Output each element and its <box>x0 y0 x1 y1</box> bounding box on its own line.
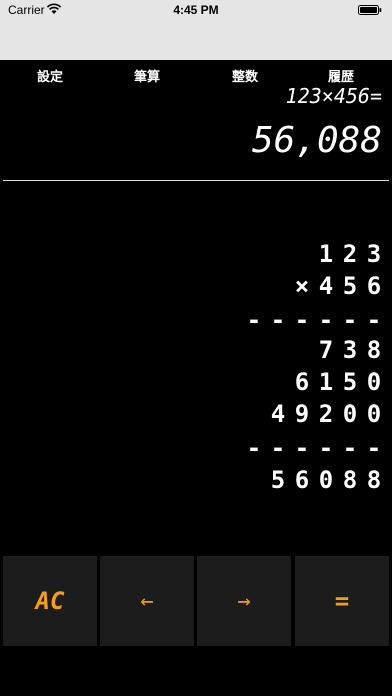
status-time: 4:45 PM <box>173 3 219 17</box>
separator-dash: - <box>246 306 262 334</box>
separator-dash: - <box>294 434 310 462</box>
calc-digit: 5 <box>342 368 358 396</box>
separator-dash: - <box>366 434 382 462</box>
calc-row: 56088 <box>146 466 386 494</box>
all-clear-button[interactable]: AC <box>3 556 97 646</box>
calc-digit: 1 <box>318 368 334 396</box>
calc-digit: 2 <box>342 240 358 268</box>
separator-dash: - <box>270 306 286 334</box>
result-display: 56,088 <box>251 120 382 161</box>
calc-digit: 7 <box>318 336 334 364</box>
separator-dash: - <box>342 434 358 462</box>
calc-digit: 0 <box>366 400 382 428</box>
calc-digit: 4 <box>318 272 334 300</box>
separator-dash: - <box>318 434 334 462</box>
calc-digit: 6 <box>294 368 310 396</box>
calc-digit: 3 <box>366 240 382 268</box>
calc-row: 738 <box>146 336 386 364</box>
calc-digit: 1 <box>318 240 334 268</box>
calc-digit: 4 <box>270 400 286 428</box>
calc-digit: × <box>294 272 310 300</box>
separator-dash: - <box>318 306 334 334</box>
equals-button[interactable]: = <box>295 556 389 646</box>
calc-separator-line: ------ <box>146 306 386 334</box>
calc-digit: 8 <box>366 466 382 494</box>
calc-digit: 2 <box>318 400 334 428</box>
menu-settings[interactable]: 設定 <box>10 66 90 85</box>
calc-digit: 6 <box>366 272 382 300</box>
separator-dash: - <box>270 434 286 462</box>
separator-dash: - <box>366 306 382 334</box>
calc-digit: 0 <box>318 466 334 494</box>
calc-row: 49200 <box>146 400 386 428</box>
calc-separator-line: ------ <box>146 434 386 462</box>
battery-icon <box>358 5 382 15</box>
expression-display: 123×456= <box>285 84 382 108</box>
menu-history[interactable]: 履歴 <box>301 66 381 85</box>
calc-digit: 0 <box>342 400 358 428</box>
calc-digit: 5 <box>270 466 286 494</box>
top-menu: 設定 筆算 整数 履歴 <box>0 66 392 86</box>
divider <box>3 180 389 181</box>
separator-dash: - <box>246 434 262 462</box>
calc-row: 6150 <box>146 368 386 396</box>
calc-digit: 0 <box>366 368 382 396</box>
keypad: AC ← → = <box>3 556 389 646</box>
calc-row: 123 <box>146 240 386 268</box>
status-bar: Carrier 4:45 PM <box>0 0 392 60</box>
calc-digit: 9 <box>294 400 310 428</box>
calc-digit: 8 <box>342 466 358 494</box>
calc-digit: 3 <box>342 336 358 364</box>
calc-row: × 4 5 6 <box>146 272 386 300</box>
separator-dash: - <box>342 306 358 334</box>
calc-digit: 8 <box>366 336 382 364</box>
forward-arrow-button[interactable]: → <box>197 556 291 646</box>
back-arrow-button[interactable]: ← <box>100 556 194 646</box>
calc-digit: 6 <box>294 466 310 494</box>
menu-written-calculation[interactable]: 筆算 <box>107 66 187 85</box>
menu-integer[interactable]: 整数 <box>205 66 285 85</box>
separator-dash: - <box>294 306 310 334</box>
calc-digit: 5 <box>342 272 358 300</box>
